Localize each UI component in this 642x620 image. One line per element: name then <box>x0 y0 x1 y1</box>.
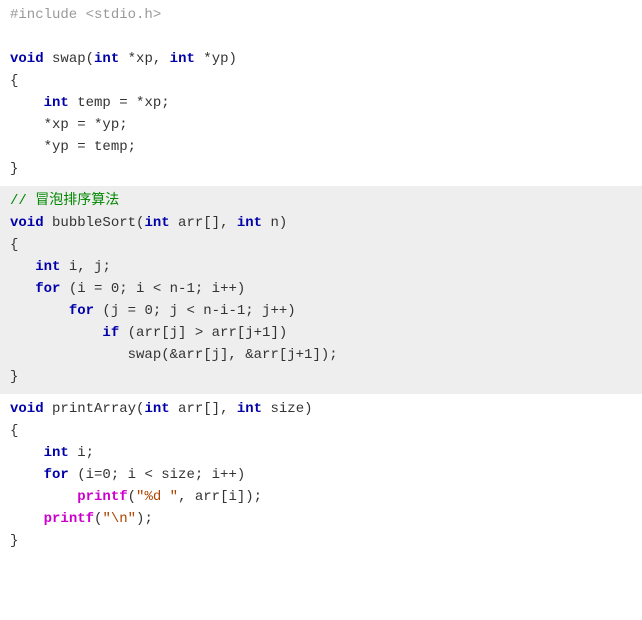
indent <box>10 303 69 319</box>
type-int: int <box>237 401 262 417</box>
code-text: ); <box>136 511 153 527</box>
fn-printf: printf <box>77 489 127 505</box>
code-text: i; <box>69 445 94 461</box>
param: arr[], <box>170 401 237 417</box>
brace-close: } <box>10 533 18 549</box>
indent <box>10 489 77 505</box>
code-text: temp = *xp; <box>69 95 170 111</box>
kw-for: for <box>35 281 60 297</box>
code-text: ( <box>128 489 136 505</box>
code-text: , arr[i]); <box>178 489 262 505</box>
type-int: int <box>44 445 69 461</box>
code-block-include-swap: #include <stdio.h> void swap(int *xp, in… <box>0 0 642 186</box>
brace-close: } <box>10 369 18 385</box>
code-text: *yp = temp; <box>10 139 136 155</box>
brace-open: { <box>10 237 18 253</box>
code-text: (j = 0; j < n-i-1; j++) <box>94 303 296 319</box>
string-literal: "\n" <box>102 511 136 527</box>
brace-close: } <box>10 161 18 177</box>
param: size) <box>262 401 312 417</box>
string-literal: "%d " <box>136 489 178 505</box>
code-text: (arr[j] > arr[j+1]) <box>119 325 287 341</box>
type-int: int <box>170 51 195 67</box>
type-int: int <box>35 259 60 275</box>
code-text: (i = 0; i < n-1; i++) <box>60 281 245 297</box>
kw-void: void <box>10 401 44 417</box>
type-int: int <box>44 95 69 111</box>
code-text: swap(&arr[j], &arr[j+1]); <box>10 347 338 363</box>
kw-if: if <box>102 325 119 341</box>
indent <box>10 445 44 461</box>
kw-void: void <box>10 215 44 231</box>
preprocessor-line: #include <stdio.h> <box>10 7 161 23</box>
indent <box>10 95 44 111</box>
code-block-bubblesort: // 冒泡排序算法 void bubbleSort(int arr[], int… <box>0 186 642 394</box>
brace-open: { <box>10 73 18 89</box>
param: *yp) <box>195 51 237 67</box>
type-int: int <box>237 215 262 231</box>
code-text: (i=0; i < size; i++) <box>69 467 245 483</box>
param: *xp, <box>119 51 169 67</box>
type-int: int <box>144 401 169 417</box>
param: arr[], <box>170 215 237 231</box>
kw-for: for <box>44 467 69 483</box>
indent <box>10 281 35 297</box>
kw-void: void <box>10 51 44 67</box>
code-text: i, j; <box>60 259 110 275</box>
type-int: int <box>94 51 119 67</box>
indent <box>10 259 35 275</box>
comment-bubblesort: // 冒泡排序算法 <box>10 193 119 209</box>
code-text: *xp = *yp; <box>10 117 128 133</box>
indent <box>10 511 44 527</box>
code-block-printarray: void printArray(int arr[], int size) { i… <box>0 394 642 558</box>
kw-for: for <box>69 303 94 319</box>
param: n) <box>262 215 287 231</box>
fn-printf: printf <box>44 511 94 527</box>
type-int: int <box>144 215 169 231</box>
fn-name-bubblesort: bubbleSort( <box>44 215 145 231</box>
brace-open: { <box>10 423 18 439</box>
indent <box>10 325 102 341</box>
fn-name-printarray: printArray( <box>44 401 145 417</box>
fn-name-swap: swap( <box>44 51 94 67</box>
indent <box>10 467 44 483</box>
